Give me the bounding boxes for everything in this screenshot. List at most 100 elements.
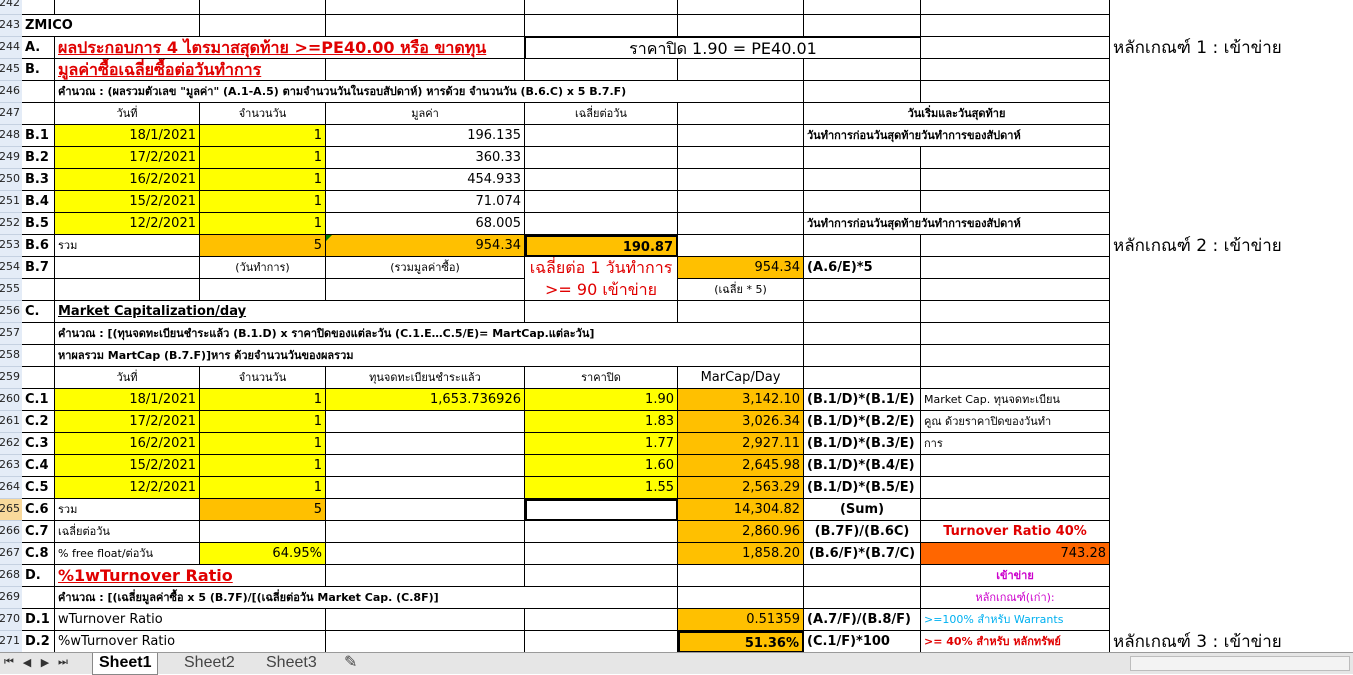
date-cell[interactable]: 15/2/2021	[55, 191, 200, 213]
turnover-threshold-cell[interactable]: 743.28	[921, 543, 1110, 565]
free-float-marcap-cell[interactable]: 1,858.20	[678, 543, 804, 565]
prev-sheet-icon[interactable]: ◀	[20, 656, 34, 669]
empty-cell[interactable]	[678, 169, 804, 191]
avg-per-day-cell[interactable]: 190.87	[525, 235, 678, 257]
row-header[interactable]: 265	[0, 499, 22, 521]
empty-cell[interactable]	[921, 301, 1110, 323]
header-paidup-capital[interactable]: ทุนจดทะเบียนชำระแล้ว	[326, 367, 525, 389]
empty-cell[interactable]	[22, 0, 55, 15]
row-id[interactable]: B.3	[22, 169, 55, 191]
empty-cell[interactable]	[921, 81, 1110, 103]
formula-cell[interactable]: (B.1/D)*(B.5/E)	[804, 477, 921, 499]
empty-cell[interactable]	[678, 213, 804, 235]
empty-cell[interactable]	[326, 499, 525, 521]
close-price-cell[interactable]: 1.60	[525, 455, 678, 477]
formula-cell[interactable]: (A.7/F)/(B.8/F)	[804, 609, 921, 631]
date-cell[interactable]: 18/1/2021	[55, 125, 200, 147]
empty-cell[interactable]	[804, 565, 921, 587]
empty-cell[interactable]	[22, 367, 55, 389]
empty-cell[interactable]	[326, 565, 525, 587]
empty-cell[interactable]	[326, 631, 525, 652]
unit-note[interactable]: (รวมมูลค่าซื้อ)	[326, 257, 525, 279]
empty-cell[interactable]	[921, 0, 1110, 15]
formula-cell[interactable]: (Sum)	[804, 499, 921, 521]
date-cell[interactable]: 15/2/2021	[55, 455, 200, 477]
empty-cell[interactable]	[921, 147, 1110, 169]
row-header[interactable]: 266	[0, 521, 22, 543]
empty-cell[interactable]	[921, 59, 1110, 81]
weekday-note[interactable]: วันทำการก่อนวันสุดท้ายวันทำการของสัปดาห์	[804, 125, 1110, 147]
empty-cell[interactable]	[525, 169, 678, 191]
marcap-cell[interactable]: 2,563.29	[678, 477, 804, 499]
date-cell[interactable]: 16/2/2021	[55, 169, 200, 191]
pct-wturnover-cell[interactable]: 51.36%	[678, 631, 804, 652]
header-start-end[interactable]: วันเริ่มและวันสุดท้าย	[804, 103, 1110, 125]
row-id[interactable]: B.1	[22, 125, 55, 147]
row-header[interactable]: 264	[0, 477, 22, 499]
days-cell[interactable]: 1	[200, 213, 326, 235]
avg-x5-cell[interactable]: 954.34	[678, 257, 804, 279]
threshold-note[interactable]: >= 90 เข้าข่าย	[525, 279, 678, 301]
empty-cell[interactable]	[525, 521, 678, 543]
empty-cell[interactable]	[525, 301, 678, 323]
marcap-cell[interactable]: 3,026.34	[678, 411, 804, 433]
row-header[interactable]: 254	[0, 257, 22, 279]
empty-cell[interactable]	[200, 15, 326, 37]
empty-cell[interactable]	[804, 81, 921, 103]
row-header[interactable]: 252	[0, 213, 22, 235]
days-cell[interactable]: 1	[200, 147, 326, 169]
empty-cell[interactable]	[921, 499, 1110, 521]
empty-cell[interactable]	[326, 0, 525, 15]
row-header[interactable]: 255	[0, 279, 22, 301]
total-value-cell[interactable]: 954.34	[326, 235, 525, 257]
empty-cell[interactable]	[678, 301, 804, 323]
empty-cell[interactable]	[804, 15, 921, 37]
weekday-note[interactable]: วันทำการก่อนวันสุดท้ายวันทำการของสัปดาห์	[804, 213, 1110, 235]
days-cell[interactable]: 1	[200, 411, 326, 433]
header-avg[interactable]: เฉลี่ยต่อวัน	[525, 103, 678, 125]
empty-cell[interactable]	[804, 0, 921, 15]
paidup-capital-cell[interactable]	[326, 455, 525, 477]
row-id[interactable]: C.3	[22, 433, 55, 455]
free-float-cell[interactable]: 64.95%	[200, 543, 326, 565]
value-cell[interactable]: 196.135	[326, 125, 525, 147]
formula-cell[interactable]: (B.6/F)*(B.7/C)	[804, 543, 921, 565]
marcap-note[interactable]: Market Cap. ทุนจดทะเบียน	[921, 389, 1110, 411]
empty-cell[interactable]	[525, 609, 678, 631]
sum-label[interactable]: รวม	[55, 499, 200, 521]
value-cell[interactable]: 71.074	[326, 191, 525, 213]
empty-cell[interactable]	[804, 323, 921, 345]
formula-note-c[interactable]: คำนวณ : [(ทุนจดทะเบียนชำระแล้ว (B.1.D) x…	[55, 323, 804, 345]
row-header[interactable]: 268	[0, 565, 22, 587]
days-cell[interactable]: 1	[200, 389, 326, 411]
empty-cell[interactable]	[22, 81, 55, 103]
first-sheet-icon[interactable]: ⏮	[2, 656, 16, 669]
empty-cell[interactable]	[921, 169, 1110, 191]
empty-cell[interactable]	[525, 543, 678, 565]
marcap-note[interactable]	[921, 477, 1110, 499]
header-days[interactable]: จำนวนวัน	[200, 103, 326, 125]
paidup-capital-cell[interactable]	[326, 411, 525, 433]
empty-cell[interactable]	[921, 323, 1110, 345]
row-header[interactable]: 246	[0, 81, 22, 103]
marcap-note[interactable]	[921, 455, 1110, 477]
empty-cell[interactable]	[804, 147, 921, 169]
days-cell[interactable]: 1	[200, 455, 326, 477]
last-sheet-icon[interactable]: ⏭	[56, 656, 70, 669]
row-header[interactable]: 261	[0, 411, 22, 433]
empty-cell[interactable]	[678, 125, 804, 147]
insert-sheet-icon[interactable]: ✎	[338, 653, 363, 674]
header-days[interactable]: จำนวนวัน	[200, 367, 326, 389]
wturnover-cell[interactable]: 0.51359	[678, 609, 804, 631]
company-code-cell[interactable]: ZMICO	[22, 15, 200, 37]
old-criteria-note[interactable]: หลักเกณฑ์(เก่า):	[921, 587, 1110, 609]
marcap-cell[interactable]: 3,142.10	[678, 389, 804, 411]
row-id[interactable]: C.8	[22, 543, 55, 565]
row-id[interactable]: C.4	[22, 455, 55, 477]
row-header[interactable]: 245	[0, 59, 22, 81]
formula-cell[interactable]: (B.1/D)*(B.1/E)	[804, 389, 921, 411]
date-cell[interactable]: 17/2/2021	[55, 411, 200, 433]
empty-cell[interactable]	[804, 345, 921, 367]
header-value[interactable]: มูลค่า	[326, 103, 525, 125]
empty-cell[interactable]	[326, 609, 525, 631]
